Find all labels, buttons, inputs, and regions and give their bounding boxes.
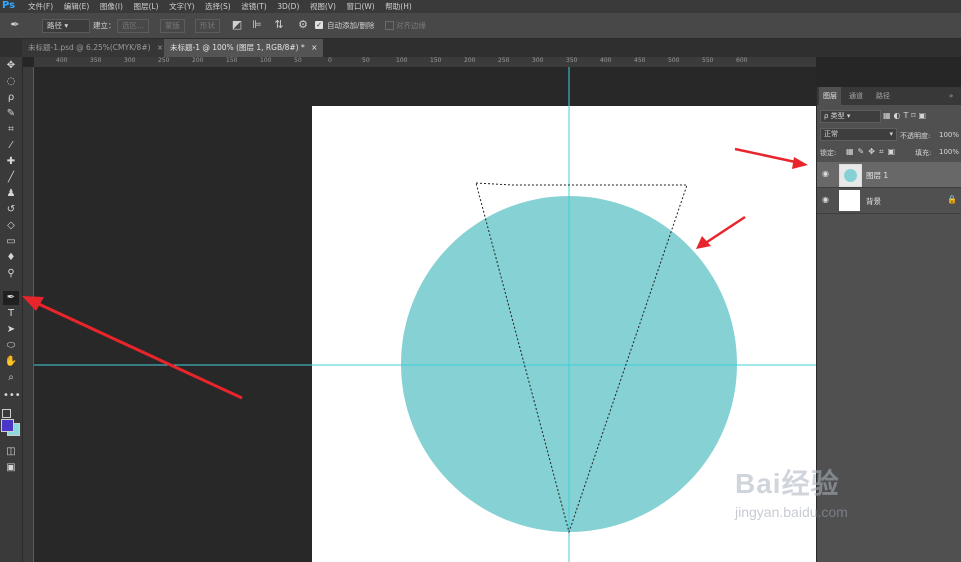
arrow-head bbox=[792, 157, 808, 169]
baidu-jingyan-watermark: Bai经验 jingyan.baidu.com bbox=[735, 462, 935, 542]
red-arrow-to-layer bbox=[734, 147, 801, 165]
arrow-head bbox=[696, 236, 711, 249]
red-arrow-to-circle bbox=[703, 215, 746, 246]
watermark-url: jingyan.baidu.com bbox=[735, 504, 848, 520]
watermark-brand: Bai经验 bbox=[735, 468, 840, 499]
red-arrow-to-pen-tool bbox=[29, 298, 243, 400]
